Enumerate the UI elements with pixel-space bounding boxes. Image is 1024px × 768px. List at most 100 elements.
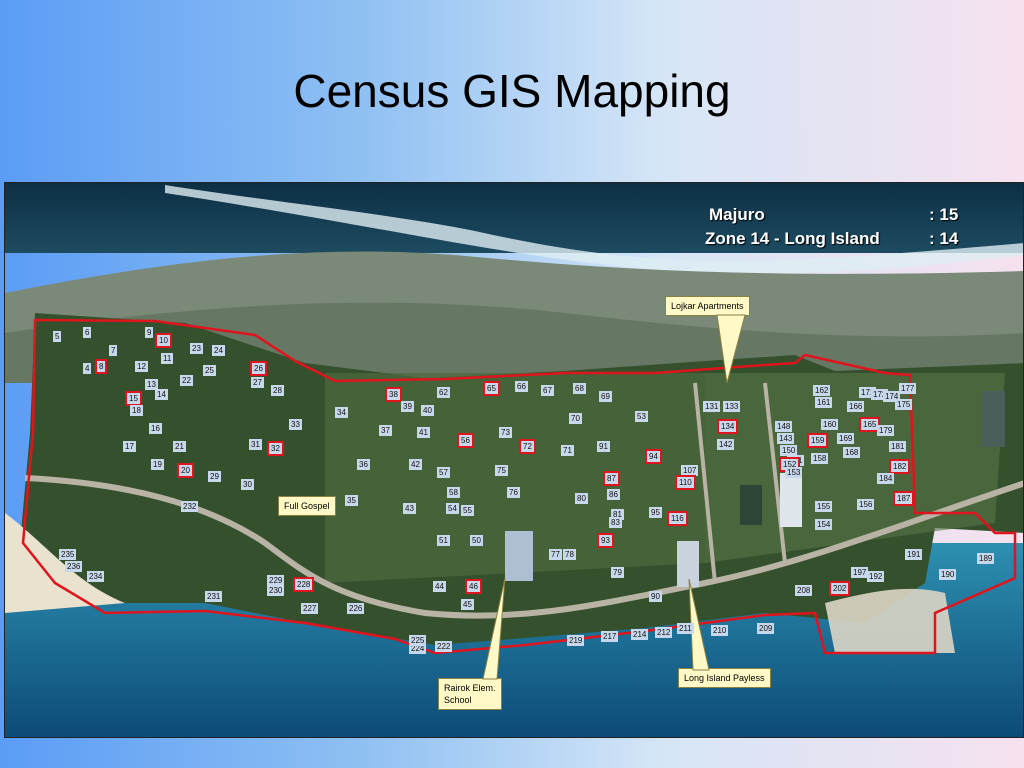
- building-label[interactable]: 19: [151, 459, 164, 470]
- building-label[interactable]: 21: [173, 441, 186, 452]
- building-label[interactable]: 209: [757, 623, 775, 634]
- building-label[interactable]: 37: [379, 425, 392, 436]
- building-label[interactable]: 179: [877, 425, 895, 436]
- building-label[interactable]: 78: [563, 549, 576, 560]
- enumerated-building-label[interactable]: 159: [807, 433, 829, 448]
- building-label[interactable]: 168: [843, 447, 861, 458]
- building-label[interactable]: 192: [867, 571, 885, 582]
- building-label[interactable]: 51: [437, 535, 450, 546]
- building-label[interactable]: 45: [461, 599, 474, 610]
- building-label[interactable]: 54: [446, 503, 459, 514]
- building-label[interactable]: 30: [241, 479, 254, 490]
- building-label[interactable]: 95: [649, 507, 662, 518]
- enumerated-building-label[interactable]: 20: [177, 463, 194, 478]
- building-label[interactable]: 23: [190, 343, 203, 354]
- satellite-map[interactable]: Majuro : 15 Zone 14 - Long Island : 14 L…: [4, 182, 1024, 738]
- building-label[interactable]: 131: [703, 401, 721, 412]
- building-label[interactable]: 36: [357, 459, 370, 470]
- building-label[interactable]: 57: [437, 467, 450, 478]
- enumerated-building-label[interactable]: 10: [155, 333, 172, 348]
- building-label[interactable]: 210: [711, 625, 729, 636]
- enumerated-building-label[interactable]: 187: [893, 491, 915, 506]
- building-label[interactable]: 230: [267, 585, 285, 596]
- building-label[interactable]: 68: [573, 383, 586, 394]
- building-label[interactable]: 189: [977, 553, 995, 564]
- building-label[interactable]: 53: [635, 411, 648, 422]
- building-label[interactable]: 44: [433, 581, 446, 592]
- building-label[interactable]: 158: [811, 453, 829, 464]
- building-label[interactable]: 80: [575, 493, 588, 504]
- building-label[interactable]: 83: [609, 517, 622, 528]
- building-label[interactable]: 86: [607, 489, 620, 500]
- enumerated-building-label[interactable]: 56: [457, 433, 474, 448]
- building-label[interactable]: 166: [847, 401, 865, 412]
- building-label[interactable]: 66: [515, 381, 528, 392]
- building-label[interactable]: 143: [777, 433, 795, 444]
- building-label[interactable]: 90: [649, 591, 662, 602]
- building-label[interactable]: 226: [347, 603, 365, 614]
- building-label[interactable]: 133: [723, 401, 741, 412]
- building-label[interactable]: 77: [549, 549, 562, 560]
- enumerated-building-label[interactable]: 38: [385, 387, 402, 402]
- building-label[interactable]: 148: [775, 421, 793, 432]
- building-label[interactable]: 28: [271, 385, 284, 396]
- building-label[interactable]: 197: [851, 567, 869, 578]
- building-label[interactable]: 55: [461, 505, 474, 516]
- building-label[interactable]: 175: [895, 399, 913, 410]
- building-label[interactable]: 7: [109, 345, 118, 356]
- building-label[interactable]: 154: [815, 519, 833, 530]
- building-label[interactable]: 25: [203, 365, 216, 376]
- enumerated-building-label[interactable]: 202: [829, 581, 851, 596]
- building-label[interactable]: 14: [155, 389, 168, 400]
- building-label[interactable]: 5: [53, 331, 62, 342]
- building-label[interactable]: 236: [65, 561, 83, 572]
- building-label[interactable]: 12: [135, 361, 148, 372]
- building-label[interactable]: 232: [181, 501, 199, 512]
- enumerated-building-label[interactable]: 182: [889, 459, 911, 474]
- building-label[interactable]: 35: [345, 495, 358, 506]
- building-label[interactable]: 73: [499, 427, 512, 438]
- building-label[interactable]: 79: [611, 567, 624, 578]
- enumerated-building-label[interactable]: 134: [717, 419, 739, 434]
- building-label[interactable]: 234: [87, 571, 105, 582]
- building-label[interactable]: 11: [161, 353, 174, 364]
- building-label[interactable]: 34: [335, 407, 348, 418]
- enumerated-building-label[interactable]: 110: [675, 475, 696, 490]
- enumerated-building-label[interactable]: 228: [293, 577, 315, 592]
- building-label[interactable]: 16: [149, 423, 162, 434]
- building-label[interactable]: 9: [145, 327, 154, 338]
- building-label[interactable]: 181: [889, 441, 907, 452]
- building-label[interactable]: 212: [655, 627, 673, 638]
- enumerated-building-label[interactable]: 65: [483, 381, 500, 396]
- enumerated-building-label[interactable]: 93: [597, 533, 614, 548]
- building-label[interactable]: 67: [541, 385, 554, 396]
- building-label[interactable]: 58: [447, 487, 460, 498]
- building-label[interactable]: 22: [180, 375, 193, 386]
- building-label[interactable]: 222: [435, 641, 453, 652]
- enumerated-building-label[interactable]: 8: [95, 359, 108, 374]
- enumerated-building-label[interactable]: 26: [250, 361, 267, 376]
- building-label[interactable]: 235: [59, 549, 77, 560]
- building-label[interactable]: 208: [795, 585, 813, 596]
- enumerated-building-label[interactable]: 72: [519, 439, 536, 454]
- enumerated-building-label[interactable]: 87: [603, 471, 620, 486]
- building-label[interactable]: 161: [815, 397, 833, 408]
- building-label[interactable]: 4: [83, 363, 92, 374]
- building-label[interactable]: 156: [857, 499, 875, 510]
- building-label[interactable]: 160: [821, 419, 839, 430]
- enumerated-building-label[interactable]: 32: [267, 441, 284, 456]
- building-label[interactable]: 227: [301, 603, 319, 614]
- building-label[interactable]: 41: [417, 427, 430, 438]
- building-label[interactable]: 24: [212, 345, 225, 356]
- building-label[interactable]: 39: [401, 401, 414, 412]
- building-label[interactable]: 33: [289, 419, 302, 430]
- building-label[interactable]: 6: [83, 327, 92, 338]
- building-label[interactable]: 169: [837, 433, 855, 444]
- building-label[interactable]: 231: [205, 591, 223, 602]
- enumerated-building-label[interactable]: 46: [465, 579, 482, 594]
- building-label[interactable]: 219: [567, 635, 585, 646]
- building-label[interactable]: 190: [939, 569, 957, 580]
- building-label[interactable]: 177: [899, 383, 917, 394]
- building-label[interactable]: 27: [251, 377, 264, 388]
- building-label[interactable]: 69: [599, 391, 612, 402]
